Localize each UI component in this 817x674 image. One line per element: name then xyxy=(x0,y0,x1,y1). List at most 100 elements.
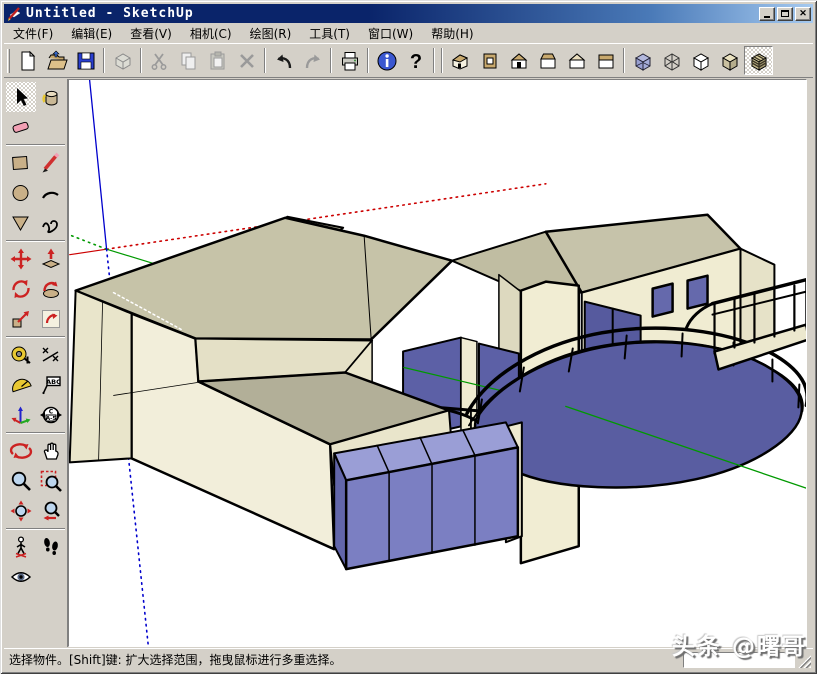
push-pull-tool[interactable] xyxy=(36,244,66,274)
zoom-window-tool[interactable] xyxy=(36,466,66,496)
polygon-icon xyxy=(9,211,33,235)
arc-tool[interactable] xyxy=(36,178,66,208)
magnifier-icon xyxy=(9,469,33,493)
view-left-button[interactable] xyxy=(591,46,620,75)
open-button[interactable] xyxy=(42,46,71,75)
position-camera-tool[interactable] xyxy=(6,532,36,562)
palette-separator xyxy=(6,432,65,434)
look-around-tool[interactable] xyxy=(6,562,36,592)
resize-grip[interactable] xyxy=(798,655,811,668)
toolbar-separator xyxy=(623,48,625,73)
follow-me-icon xyxy=(39,277,63,301)
titlebar[interactable]: Untitled - SketchUp ✕ xyxy=(4,4,813,23)
help-button[interactable]: ? xyxy=(401,46,430,75)
view-top-button[interactable] xyxy=(475,46,504,75)
erase-button[interactable] xyxy=(232,46,261,75)
measurement-box[interactable] xyxy=(683,652,795,668)
view-back-button[interactable] xyxy=(562,46,591,75)
zoom-extents-tool[interactable] xyxy=(6,496,36,526)
pages-tool[interactable]: CA-5 xyxy=(36,400,66,430)
menu-draw[interactable]: 绘图(R) xyxy=(241,23,301,44)
copy-button[interactable] xyxy=(174,46,203,75)
paint-bucket-icon xyxy=(39,85,63,109)
window-title: Untitled - SketchUp xyxy=(26,6,194,21)
rotate-tool[interactable] xyxy=(6,274,36,304)
paste-button[interactable] xyxy=(203,46,232,75)
style-wireframe-button[interactable] xyxy=(657,46,686,75)
style-shaded-textures-button[interactable] xyxy=(744,46,773,75)
circle-icon xyxy=(9,181,33,205)
delete-x-icon xyxy=(236,50,258,72)
circle-tool[interactable] xyxy=(6,178,36,208)
top-view-icon xyxy=(479,50,501,72)
hidden-line-cube-icon xyxy=(690,50,712,72)
view-iso-button[interactable] xyxy=(446,46,475,75)
model-3d-canvas[interactable] xyxy=(69,80,807,647)
dimension-tool[interactable] xyxy=(36,340,66,370)
style-xray-button[interactable] xyxy=(628,46,657,75)
menu-view[interactable]: 查看(V) xyxy=(121,23,181,44)
app-icon xyxy=(7,6,23,22)
push-pull-icon xyxy=(39,247,63,271)
scale-tool[interactable] xyxy=(6,304,36,334)
axes-rgb-icon xyxy=(9,403,33,427)
minimize-button[interactable] xyxy=(759,7,775,21)
close-button[interactable]: ✕ xyxy=(795,7,811,21)
freehand-tool[interactable] xyxy=(36,208,66,238)
axes-tool[interactable] xyxy=(6,400,36,430)
menu-camera[interactable]: 相机(C) xyxy=(181,23,241,44)
undo-button[interactable] xyxy=(269,46,298,75)
palette-separator xyxy=(6,240,65,242)
eraser-tool[interactable] xyxy=(6,112,36,142)
textured-cube-icon xyxy=(748,50,770,72)
menu-edit[interactable]: 编辑(E) xyxy=(62,23,121,44)
toolbar-separator xyxy=(330,48,332,73)
toolbar-separator xyxy=(103,48,105,73)
maximize-button[interactable] xyxy=(777,7,793,21)
zoom-previous-tool[interactable] xyxy=(36,496,66,526)
viewport[interactable] xyxy=(68,79,807,647)
zoom-tool[interactable] xyxy=(6,466,36,496)
select-tool[interactable] xyxy=(6,82,36,112)
right-view-icon xyxy=(537,50,559,72)
svg-text:?: ? xyxy=(409,51,421,72)
tape-measure-tool[interactable] xyxy=(6,340,36,370)
style-hidden-line-button[interactable] xyxy=(686,46,715,75)
text-tool[interactable]: ABC xyxy=(36,370,66,400)
palette-empty-slot xyxy=(36,562,66,592)
menu-file[interactable]: 文件(F) xyxy=(4,23,62,44)
close-icon: ✕ xyxy=(799,9,807,18)
paint-bucket-tool[interactable] xyxy=(36,82,66,112)
pan-tool[interactable] xyxy=(36,436,66,466)
page-flip-icon: CA-5 xyxy=(39,403,63,427)
toolbar-grip[interactable] xyxy=(7,49,10,73)
make-component-button[interactable] xyxy=(108,46,137,75)
svg-text:ABC: ABC xyxy=(46,378,61,386)
move-tool[interactable] xyxy=(6,244,36,274)
line-tool[interactable] xyxy=(36,148,66,178)
protractor-tool[interactable] xyxy=(6,370,36,400)
style-shaded-button[interactable] xyxy=(715,46,744,75)
text-abc-icon: ABC xyxy=(39,373,63,397)
cut-button[interactable] xyxy=(145,46,174,75)
menu-tools[interactable]: 工具(T) xyxy=(300,23,359,44)
menu-window[interactable]: 窗口(W) xyxy=(359,23,422,44)
redo-button[interactable] xyxy=(298,46,327,75)
menu-help[interactable]: 帮助(H) xyxy=(422,23,482,44)
rotate-arrows-icon xyxy=(9,277,33,301)
rectangle-icon xyxy=(9,151,33,175)
rectangle-tool[interactable] xyxy=(6,148,36,178)
view-front-button[interactable] xyxy=(504,46,533,75)
new-button[interactable] xyxy=(13,46,42,75)
offset-tool[interactable] xyxy=(36,304,66,334)
palette-empty-slot xyxy=(36,112,66,142)
orbit-tool[interactable] xyxy=(6,436,36,466)
footprints-icon xyxy=(39,535,63,559)
save-button[interactable] xyxy=(71,46,100,75)
polygon-tool[interactable] xyxy=(6,208,36,238)
follow-me-tool[interactable] xyxy=(36,274,66,304)
view-right-button[interactable] xyxy=(533,46,562,75)
print-button[interactable] xyxy=(335,46,364,75)
entity-info-button[interactable] xyxy=(372,46,401,75)
walk-tool[interactable] xyxy=(36,532,66,562)
